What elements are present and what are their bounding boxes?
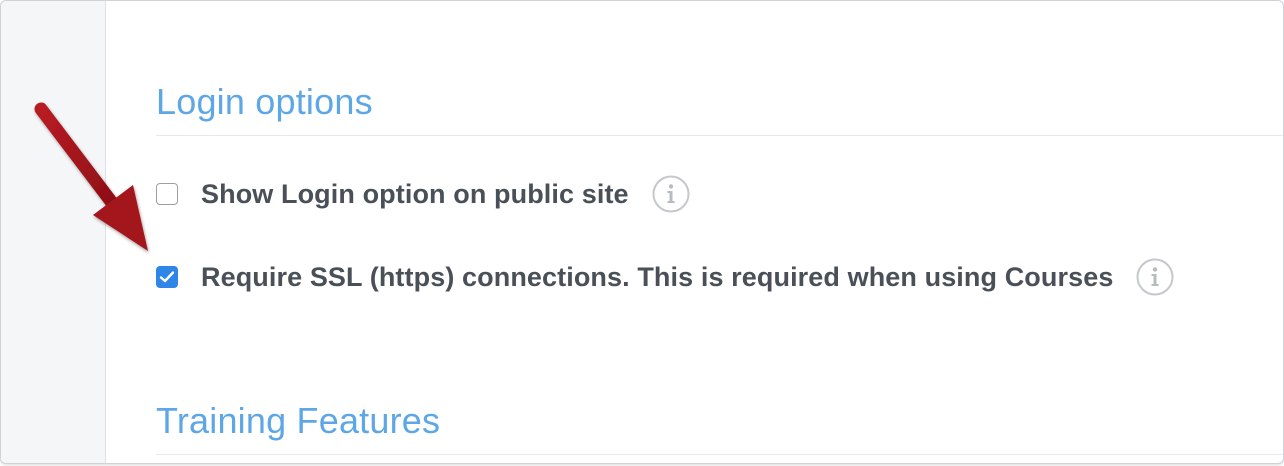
require-ssl-label[interactable]: Require SSL (https) connections. This is…: [201, 262, 1113, 293]
section-divider: [156, 135, 1283, 136]
show-login-option-row: Show Login option on public site: [156, 174, 691, 214]
info-icon[interactable]: [1135, 257, 1175, 297]
require-ssl-checkbox[interactable]: [156, 266, 178, 288]
settings-content: Login options Show Login option on publi…: [156, 1, 1283, 463]
login-options-heading: Login options: [156, 81, 373, 122]
show-login-option-label[interactable]: Show Login option on public site: [201, 179, 629, 210]
require-ssl-row: Require SSL (https) connections. This is…: [156, 257, 1175, 297]
training-features-heading: Training Features: [156, 400, 441, 441]
settings-panel: Login options Show Login option on publi…: [0, 0, 1284, 464]
arrow-annotation-icon: [34, 102, 148, 251]
section-divider: [156, 454, 1283, 455]
checkmark-icon: [159, 271, 175, 283]
info-icon[interactable]: [651, 174, 691, 214]
